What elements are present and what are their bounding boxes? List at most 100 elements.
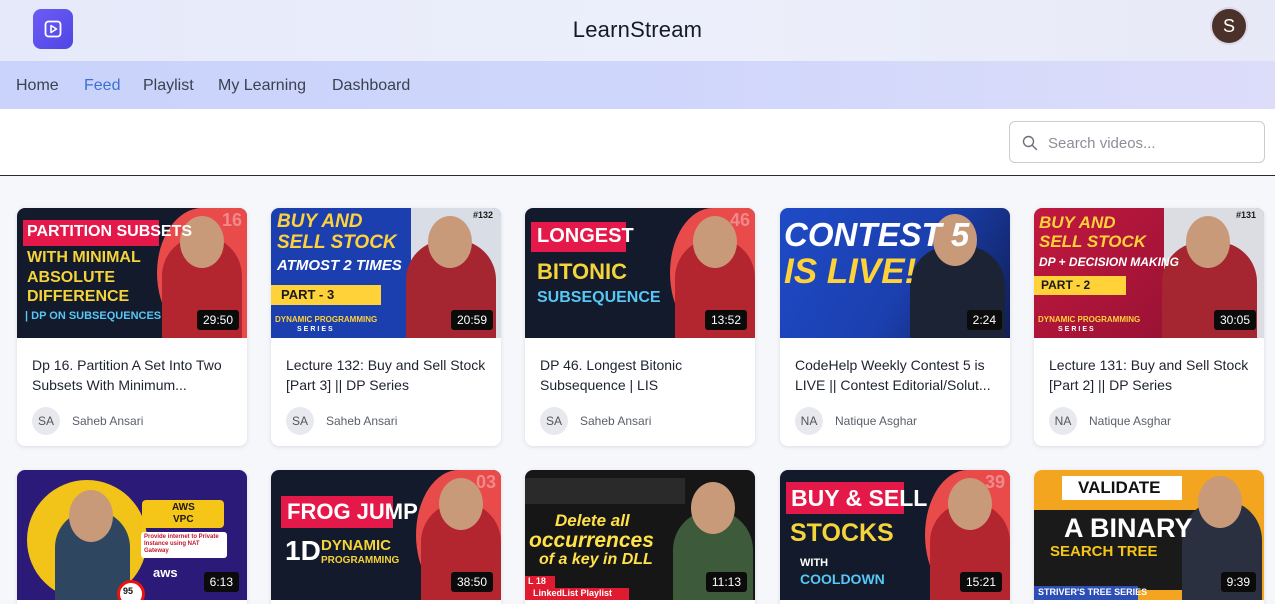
channel-avatar: NA <box>795 407 823 435</box>
video-thumbnail[interactable]: BUY AND SELL STOCK ATMOST 2 TIMES PART -… <box>271 208 501 338</box>
video-title[interactable]: Dp 16. Partition A Set Into Two Subsets … <box>32 355 232 395</box>
thumbnail-text: CONTEST 5 <box>784 216 970 253</box>
top-bar: LearnStream S <box>0 0 1275 61</box>
video-card[interactable]: Delete all occurrences of a key in DLL L… <box>525 470 755 604</box>
thumbnail-text: COOLDOWN <box>800 571 885 587</box>
video-card[interactable]: BUY AND SELL STOCK ATMOST 2 TIMES PART -… <box>271 208 501 446</box>
thumbnail-text: FROG JUMP <box>287 499 418 524</box>
thumbnail-text: SUBSEQUENCE <box>537 289 661 306</box>
video-thumbnail[interactable]: CONTEST 5 IS LIVE! 2:24 <box>780 208 1010 338</box>
thumbnail-text: SERIES <box>1058 326 1096 333</box>
user-avatar[interactable]: S <box>1210 7 1248 45</box>
video-title[interactable]: Lecture 132: Buy and Sell Stock [Part 3]… <box>286 355 486 395</box>
search-icon <box>1022 135 1038 151</box>
video-thumbnail[interactable]: PARTITION SUBSETS WITH MINIMAL ABSOLUTE … <box>17 208 247 338</box>
video-card[interactable]: VALIDATE A BINARY SEARCH TREE STRIVER'S … <box>1034 470 1264 604</box>
video-title[interactable]: Lecture 131: Buy and Sell Stock [Part 2]… <box>1049 355 1249 395</box>
thumbnail-number: #132 <box>473 210 494 220</box>
video-thumbnail[interactable]: VALIDATE A BINARY SEARCH TREE STRIVER'S … <box>1034 470 1264 600</box>
nav-home[interactable]: Home <box>16 77 59 95</box>
thumbnail-text: A BINARY <box>1064 513 1193 543</box>
thumbnail-text: Delete all <box>555 511 630 530</box>
nav-playlist[interactable]: Playlist <box>143 77 194 95</box>
thumbnail-text: BUY & SELL <box>791 485 928 511</box>
video-card[interactable]: CONTEST 5 IS LIVE! 2:24 CodeHelp Weekly … <box>780 208 1010 446</box>
video-duration: 30:05 <box>1213 310 1256 330</box>
video-duration: 13:52 <box>704 310 747 330</box>
thumbnail-text: WITH MINIMAL <box>27 249 141 266</box>
video-thumbnail[interactable]: LONGEST BITONIC SUBSEQUENCE 46 13:52 <box>525 208 755 338</box>
channel-name[interactable]: Saheb Ansari <box>326 414 397 428</box>
video-thumbnail[interactable]: Delete all occurrences of a key in DLL L… <box>525 470 755 600</box>
video-card[interactable]: FROG JUMP 1D DYNAMIC PROGRAMMING 03 38:5… <box>271 470 501 604</box>
thumbnail-text: occurrences <box>529 529 654 552</box>
thumbnail-text: STOCKS <box>790 519 894 547</box>
video-thumbnail[interactable]: AWS VPC Provide internet to Private Inst… <box>17 470 247 600</box>
thumbnail-text: DIFFERENCE <box>27 288 130 305</box>
thumbnail-number: 03 <box>476 472 497 492</box>
thumbnail-text: BUY AND <box>1039 213 1116 232</box>
nav-my-learning[interactable]: My Learning <box>218 77 306 95</box>
video-card[interactable]: LONGEST BITONIC SUBSEQUENCE 46 13:52 DP … <box>525 208 755 446</box>
video-duration: 20:59 <box>450 310 493 330</box>
thumbnail-text: DP + DECISION MAKING <box>1039 255 1179 269</box>
channel-name[interactable]: Natique Asghar <box>1089 414 1171 428</box>
thumbnail-text: 1D <box>285 535 321 566</box>
thumbnail-text: 95 <box>123 586 134 596</box>
thumbnail-text: SEARCH TREE <box>1050 543 1158 560</box>
thumbnail-text: BUY AND <box>277 211 363 232</box>
nav-dashboard[interactable]: Dashboard <box>332 77 410 95</box>
thumbnail-number: 16 <box>222 210 243 230</box>
channel-avatar: SA <box>540 407 568 435</box>
thumbnail-text: Provide internet to Private Instance usi… <box>144 534 219 554</box>
thumbnail-text: | DP ON SUBSEQUENCES <box>25 310 162 322</box>
search-row <box>0 109 1275 176</box>
channel-avatar: SA <box>32 407 60 435</box>
video-card[interactable]: BUY AND SELL STOCK DP + DECISION MAKING … <box>1034 208 1264 446</box>
video-duration: 15:21 <box>959 572 1002 592</box>
thumbnail-text: SERIES <box>297 326 335 333</box>
thumbnail-text: PART - 2 <box>1041 278 1091 292</box>
thumbnail-text: LinkedList Playlist <box>533 588 613 598</box>
thumbnail-text: L 18 <box>528 576 546 586</box>
video-card[interactable]: BUY & SELL STOCKS WITH COOLDOWN 39 15:21 <box>780 470 1010 604</box>
video-duration: 11:13 <box>705 572 747 592</box>
nav-feed[interactable]: Feed <box>84 77 120 95</box>
video-card[interactable]: AWS VPC Provide internet to Private Inst… <box>17 470 247 604</box>
thumbnail-text: BITONIC <box>537 259 628 284</box>
thumbnail-text: ATMOST 2 TIMES <box>277 257 402 274</box>
thumbnail-text: SELL STOCK <box>1039 232 1147 251</box>
thumbnail-text: AWS <box>172 502 195 513</box>
thumbnail-text: DYNAMIC PROGRAMMING <box>275 315 378 324</box>
thumbnail-text: SELL STOCK <box>277 232 397 253</box>
thumbnail-number: 46 <box>730 210 751 230</box>
video-thumbnail[interactable]: BUY & SELL STOCKS WITH COOLDOWN 39 15:21 <box>780 470 1010 600</box>
video-title[interactable]: CodeHelp Weekly Contest 5 is LIVE || Con… <box>795 355 995 395</box>
video-duration: 2:24 <box>966 310 1002 330</box>
search-box[interactable] <box>1009 121 1265 163</box>
video-thumbnail[interactable]: BUY AND SELL STOCK DP + DECISION MAKING … <box>1034 208 1264 338</box>
thumbnail-text: WITH <box>800 557 829 569</box>
channel-avatar: SA <box>286 407 314 435</box>
channel-name[interactable]: Natique Asghar <box>835 414 917 428</box>
thumbnail-text: VALIDATE <box>1078 478 1161 497</box>
app-title: LearnStream <box>572 17 703 42</box>
thumbnail-text: ABSOLUTE <box>27 269 115 286</box>
thumbnail-text: aws <box>153 565 178 580</box>
search-input[interactable] <box>1048 130 1256 156</box>
video-duration: 6:13 <box>203 572 239 592</box>
channel-name[interactable]: Saheb Ansari <box>580 414 651 428</box>
thumbnail-text: PARTITION SUBSETS <box>27 223 193 240</box>
video-title[interactable]: DP 46. Longest Bitonic Subsequence | LIS <box>540 355 740 395</box>
thumbnail-text: LONGEST <box>537 225 634 247</box>
video-duration: 38:50 <box>450 572 493 592</box>
thumbnail-text: STRIVER'S TREE SERIES <box>1038 587 1148 597</box>
thumbnail-text: PROGRAMMING <box>321 555 400 566</box>
video-thumbnail[interactable]: FROG JUMP 1D DYNAMIC PROGRAMMING 03 38:5… <box>271 470 501 600</box>
thumbnail-text: DYNAMIC PROGRAMMING <box>1038 315 1141 324</box>
video-card[interactable]: PARTITION SUBSETS WITH MINIMAL ABSOLUTE … <box>17 208 247 446</box>
video-duration: 29:50 <box>196 310 239 330</box>
thumbnail-text: IS LIVE! <box>784 252 917 291</box>
channel-name[interactable]: Saheb Ansari <box>72 414 143 428</box>
thumbnail-number: 39 <box>985 472 1006 492</box>
